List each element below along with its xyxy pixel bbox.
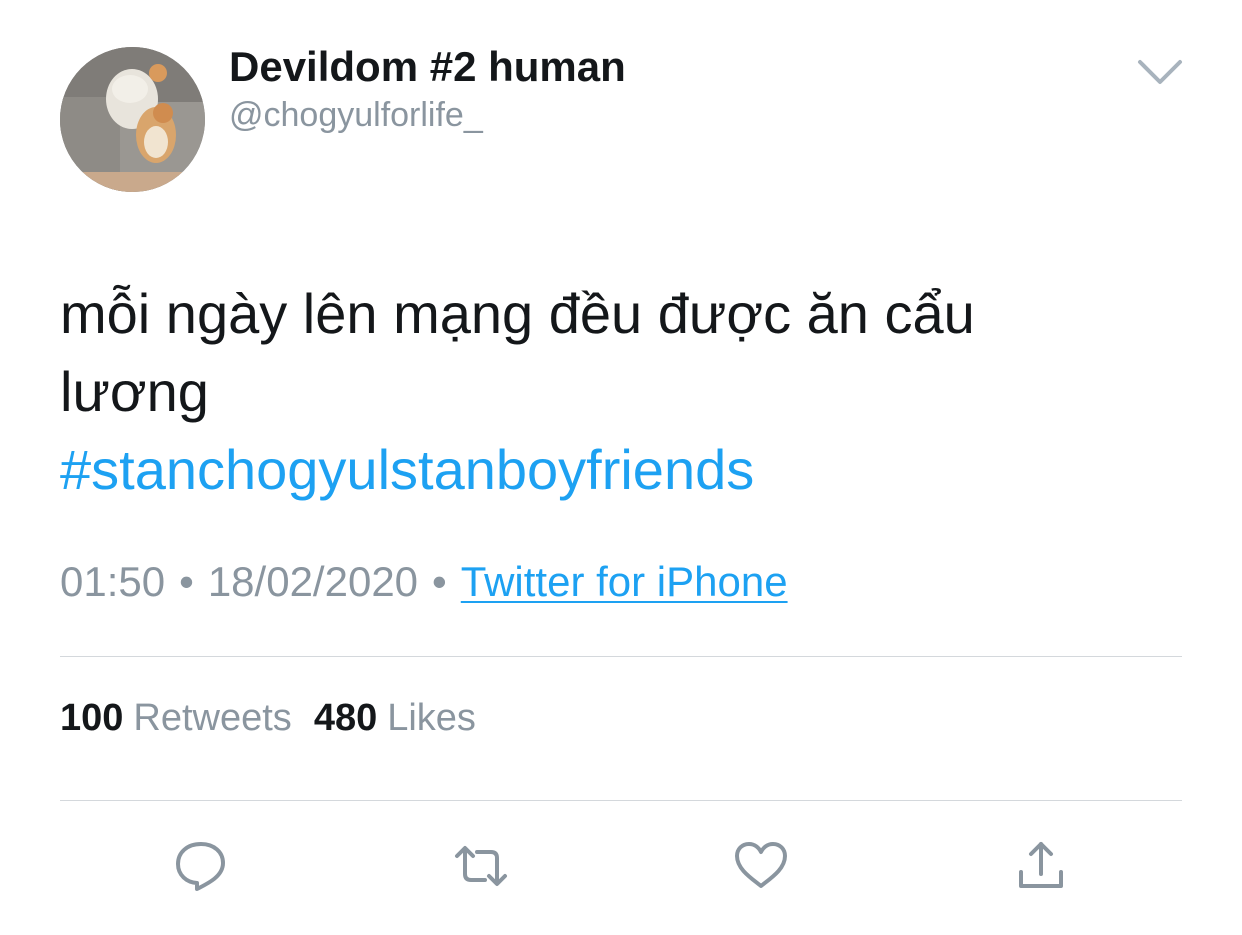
likes-count: 480 [313, 697, 378, 739]
tweet-date: 18/02/2020 [207, 558, 419, 605]
avatar[interactable] [60, 47, 205, 192]
tweet-meta: 01:50 • 18/02/2020 • Twitter for iPhone [60, 554, 788, 610]
meta-separator: • [432, 558, 447, 605]
cat-photo-avatar [60, 47, 205, 192]
likes-label: Likes [387, 697, 476, 739]
share-button[interactable] [1011, 836, 1071, 896]
meta-separator: • [179, 558, 194, 605]
tweet-text-line: lương [60, 360, 209, 423]
user-handle[interactable]: @chogyulforlife_ [229, 94, 483, 136]
heart-icon [735, 842, 787, 888]
retweet-icon [455, 846, 507, 886]
reply-icon [176, 842, 225, 891]
tweet-time: 01:50 [60, 558, 166, 605]
tweet-text-line: mỗi ngày lên mạng đều được ăn cẩu [60, 282, 975, 345]
retweets-label: Retweets [133, 697, 292, 739]
likes-stat[interactable]: 480 Likes [314, 694, 476, 742]
reply-button[interactable] [171, 836, 231, 896]
divider [60, 656, 1182, 657]
divider [60, 800, 1182, 801]
display-name[interactable]: Devildom #2 human [229, 42, 626, 92]
share-icon [1019, 842, 1063, 888]
like-button[interactable] [731, 836, 791, 896]
tweet-text: mỗi ngày lên mạng đều được ăn cẩu lương … [60, 275, 1160, 509]
retweets-count: 100 [60, 697, 124, 739]
retweets-stat[interactable]: 100 Retweets [60, 694, 292, 742]
chevron-down-icon [1138, 60, 1182, 84]
tweet-stats: 100 Retweets 480 Likes [60, 694, 498, 742]
more-options-button[interactable] [1130, 50, 1190, 94]
retweet-button[interactable] [451, 836, 511, 896]
hashtag-link[interactable]: #stanchogyulstanboyfriends [60, 431, 1160, 509]
source-link[interactable]: Twitter for iPhone [461, 558, 788, 605]
